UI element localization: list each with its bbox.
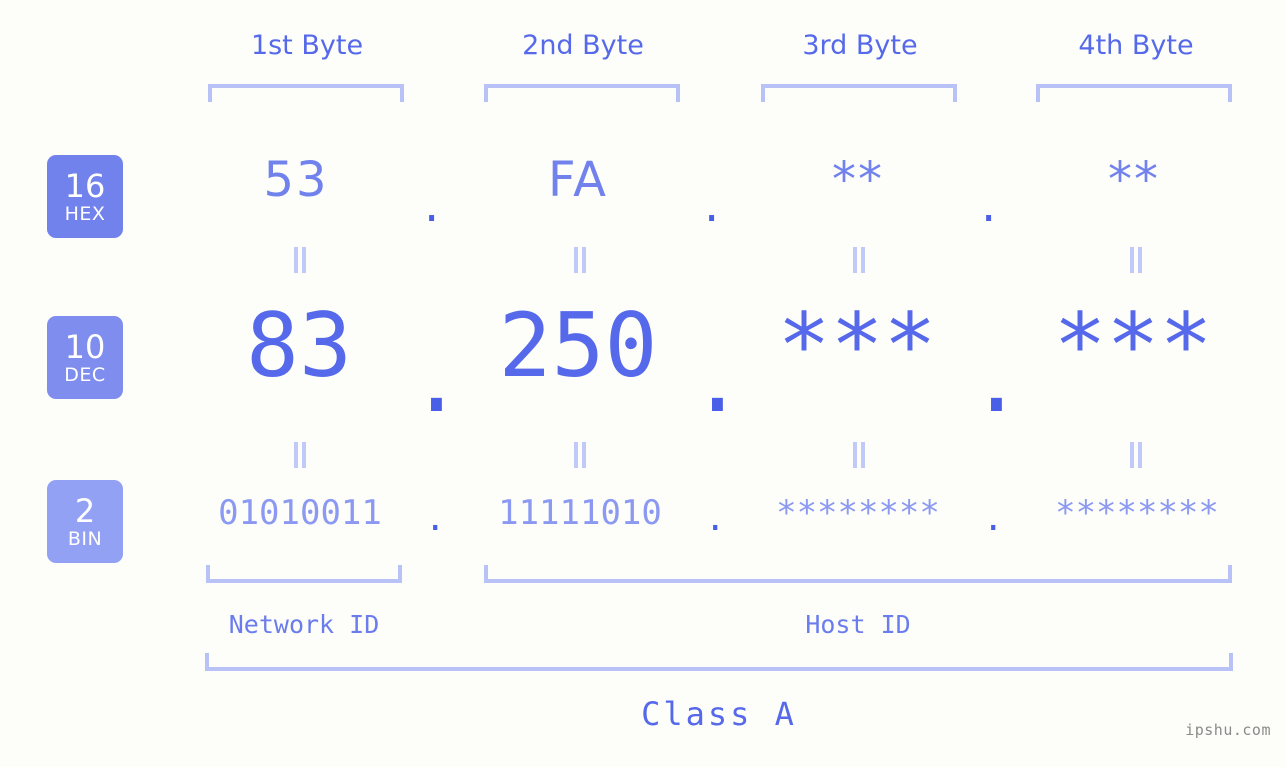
dec-byte-1: 83: [246, 294, 352, 397]
byte-header-2: 2nd Byte: [522, 30, 644, 61]
hex-byte-4: **: [1108, 152, 1160, 208]
bin-byte-4: ********: [1055, 493, 1219, 533]
radix-badge-dec-name: DEC: [64, 363, 106, 386]
radix-badge-dec: 10 DEC: [47, 316, 123, 399]
hex-byte-3: **: [832, 152, 884, 208]
radix-badge-hex-name: HEX: [64, 202, 106, 225]
radix-badge-bin-base: 2: [74, 491, 96, 530]
hex-separator-2: .: [704, 177, 720, 233]
hex-separator-3: .: [981, 177, 997, 233]
hex-separator-1: .: [424, 177, 440, 233]
byte-bracket-1: [208, 84, 404, 102]
equals-icon-hex-dec-2: [569, 247, 591, 273]
dec-byte-3: ***: [777, 294, 937, 397]
bin-separator-1: .: [425, 499, 446, 539]
byte-bracket-3: [761, 84, 957, 102]
byte-bracket-2: [484, 84, 680, 102]
byte-header-3: 3rd Byte: [802, 30, 918, 61]
dec-byte-4: ***: [1053, 294, 1213, 397]
ip-address-breakdown-diagram: 1st Byte 2nd Byte 3rd Byte 4th Byte 16 H…: [0, 0, 1285, 767]
equals-icon-hex-dec-3: [848, 247, 870, 273]
class-bracket: [205, 653, 1233, 671]
equals-icon-dec-bin-2: [569, 442, 591, 468]
byte-bracket-4: [1036, 84, 1232, 102]
equals-icon-dec-bin-4: [1125, 442, 1147, 468]
equals-icon-dec-bin-1: [289, 442, 311, 468]
watermark: ipshu.com: [1185, 721, 1271, 739]
network-id-bracket: [206, 565, 402, 583]
equals-icon-hex-dec-1: [289, 247, 311, 273]
radix-badge-dec-base: 10: [64, 327, 106, 366]
class-label: Class A: [641, 695, 797, 733]
radix-badge-bin: 2 BIN: [47, 480, 123, 563]
equals-icon-dec-bin-3: [848, 442, 870, 468]
bin-byte-2: 11111010: [498, 493, 662, 533]
host-id-bracket: [484, 565, 1232, 583]
hex-byte-1: 53: [263, 152, 329, 208]
byte-header-1: 1st Byte: [250, 30, 364, 61]
bin-byte-1: 01010011: [218, 493, 382, 533]
radix-badge-hex: 16 HEX: [47, 155, 123, 238]
bin-separator-3: .: [983, 499, 1004, 539]
bin-separator-2: .: [705, 499, 726, 539]
hex-byte-2: FA: [547, 152, 609, 208]
byte-header-4: 4th Byte: [1078, 30, 1194, 61]
network-id-label: Network ID: [228, 610, 380, 639]
radix-badge-bin-name: BIN: [67, 527, 103, 550]
host-id-label: Host ID: [805, 610, 911, 639]
dec-byte-2: 250: [498, 294, 658, 397]
radix-badge-hex-base: 16: [64, 166, 106, 205]
equals-icon-hex-dec-4: [1125, 247, 1147, 273]
bin-byte-3: ********: [776, 493, 940, 533]
